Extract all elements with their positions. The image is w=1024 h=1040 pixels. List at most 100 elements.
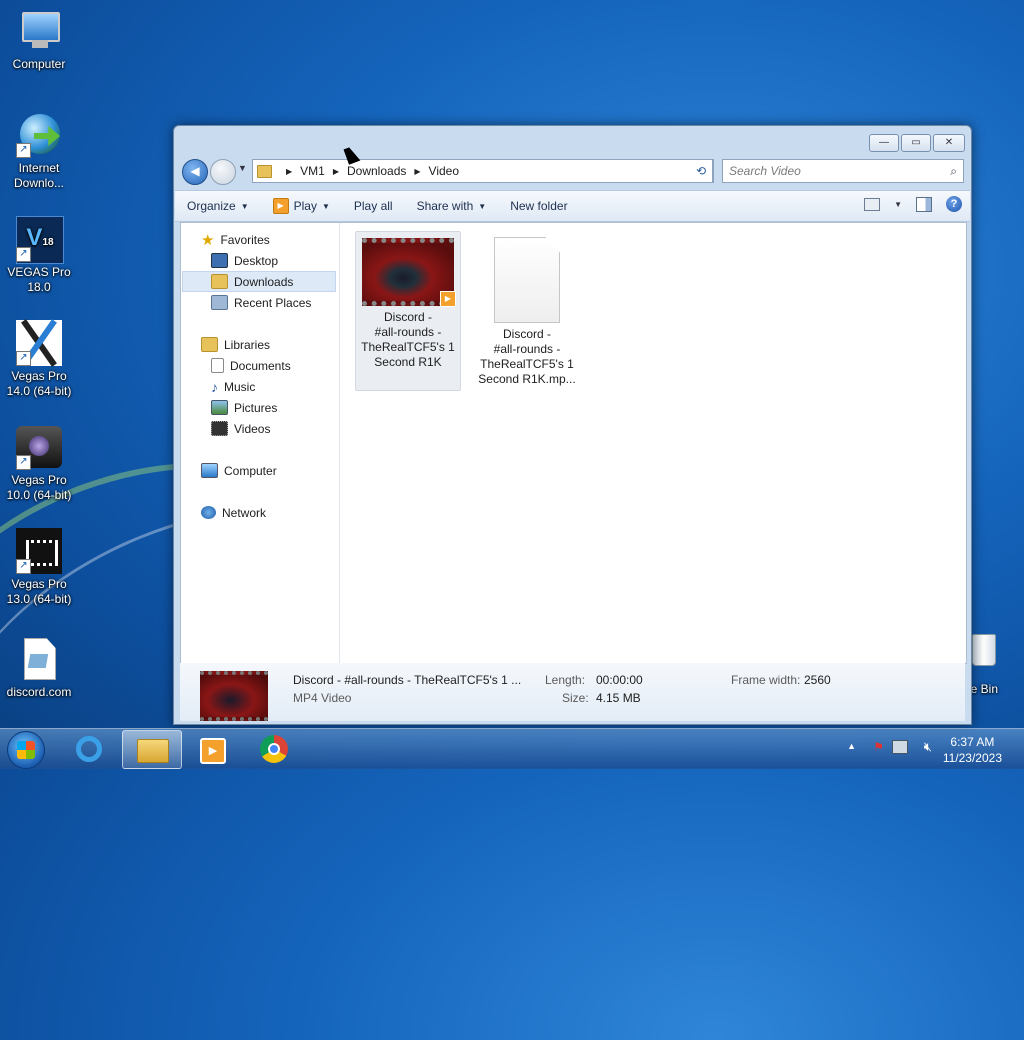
desktop-icon-discord-file[interactable]: discord.com	[0, 636, 78, 700]
desktop-icon-label: Internet Downlo...	[13, 161, 65, 190]
taskbar-media-player[interactable]: ▶	[182, 730, 240, 767]
desktop-icon-vegas-18[interactable]: V18 ↗ VEGAS Pro 18.0	[0, 216, 78, 295]
recent-places-icon	[211, 295, 228, 310]
details-pane: Discord - #all-rounds - TheRealTCF5's 1 …	[180, 663, 965, 721]
libraries-icon	[201, 337, 218, 352]
show-hidden-icons-button[interactable]: ▲	[847, 741, 856, 751]
volume-muted-icon[interactable]: 🔇︎	[924, 739, 932, 755]
recent-pages-dropdown[interactable]: ▼	[238, 163, 247, 173]
nav-music[interactable]: ♪ Music	[211, 376, 255, 397]
taskbar: ▶ ▲ ⚑ 🔇︎ 6:37 AM 11/23/2023	[0, 728, 1024, 769]
search-icon: ⌕	[950, 163, 957, 178]
nav-desktop[interactable]: Desktop	[211, 250, 278, 271]
minimize-button[interactable]: —	[869, 134, 899, 152]
file-name-line: Second R1K.mp...	[478, 372, 576, 386]
camera-icon: ↗	[16, 424, 62, 470]
details-size-value: 4.15 MB	[596, 691, 641, 705]
window-controls: — ▭ ✕	[869, 134, 965, 152]
address-bar[interactable]: ▶ VM1 ▶ Downloads ▶ Video ▼	[252, 159, 714, 183]
file-item-video[interactable]: ▶ Discord - #all-rounds - TheRealTCF5's …	[355, 231, 461, 391]
nav-pictures[interactable]: Pictures	[211, 397, 277, 418]
close-button[interactable]: ✕	[933, 134, 965, 152]
forward-button[interactable]	[210, 159, 236, 185]
desktop-icon-label: VEGAS Pro 18.0	[7, 265, 71, 294]
explorer-window[interactable]: — ▭ ✕ ◀ ▼ ▶ VM1 ▶ Downloads ▶ Video ▼ ⟲ …	[173, 125, 972, 725]
preview-pane-icon[interactable]	[916, 196, 932, 212]
desktop-icon-label: Vegas Pro 14.0 (64-bit)	[6, 369, 72, 398]
details-length-value: 00:00:00	[596, 673, 643, 687]
recycle-bin-icon[interactable]	[968, 632, 998, 672]
desktop-icon-internet-download[interactable]: ↗ Internet Downlo...	[0, 112, 78, 191]
chevron-down-icon: ▼	[240, 201, 249, 211]
details-file-name: Discord - #all-rounds - TheRealTCF5's 1 …	[293, 673, 522, 687]
network-icon	[201, 506, 216, 519]
file-name-line: Discord -	[383, 310, 432, 324]
computer-icon	[201, 463, 218, 478]
shortcut-arrow-icon: ↗	[16, 559, 31, 574]
breadcrumb-separator-icon[interactable]: ▶	[286, 167, 292, 176]
breadcrumb-video[interactable]: Video	[429, 164, 459, 178]
nav-network[interactable]: Network	[201, 502, 266, 523]
breadcrumb-downloads[interactable]: Downloads	[347, 164, 406, 178]
computer-icon	[16, 8, 62, 54]
file-name-line: #all-rounds -	[493, 342, 561, 356]
back-button[interactable]: ◀	[182, 159, 208, 185]
start-button[interactable]	[7, 731, 45, 769]
folder-icon	[257, 164, 272, 178]
video-thumbnail: ▶	[362, 238, 456, 307]
desktop-icon-vegas-13[interactable]: ↗ Vegas Pro 13.0 (64-bit)	[0, 528, 78, 607]
blank-file-icon	[494, 237, 560, 323]
desktop-icon-computer[interactable]: Computer	[0, 8, 78, 72]
file-name-line: Discord -	[502, 327, 551, 341]
file-item-mp4[interactable]: Discord - #all-rounds - TheRealTCF5's 1 …	[475, 231, 579, 389]
help-icon[interactable]: ?	[946, 196, 962, 212]
desktop-icon-vegas-14[interactable]: ↗ Vegas Pro 14.0 (64-bit)	[0, 319, 78, 399]
desktop-icon-label: Vegas Pro 13.0 (64-bit)	[6, 577, 72, 606]
breadcrumb-vm1[interactable]: VM1	[300, 164, 325, 178]
maximize-button[interactable]: ▭	[901, 134, 931, 152]
taskbar-chrome[interactable]	[246, 730, 304, 767]
globe-icon: ↗	[16, 112, 62, 158]
new-folder-button[interactable]: New folder	[498, 199, 579, 213]
nav-recent-places[interactable]: Recent Places	[211, 292, 311, 313]
taskbar-internet-explorer[interactable]	[60, 730, 118, 767]
clock[interactable]: 6:37 AM 11/23/2023	[943, 734, 1002, 766]
search-input[interactable]: Search Video	[723, 164, 801, 178]
clock-date: 11/23/2023	[942, 751, 1002, 765]
film-strip-icon: ↗	[16, 528, 62, 574]
play-icon: ▶	[272, 198, 289, 214]
breadcrumb: ▶ VM1 ▶ Downloads ▶ Video	[278, 164, 459, 178]
nav-favorites[interactable]: ★ Favorites	[201, 229, 270, 250]
breadcrumb-separator-icon[interactable]: ▶	[414, 167, 420, 176]
command-bar: Organize ▼ ▶ Play ▼ Play all Share with ▼ N…	[175, 190, 970, 222]
shortcut-arrow-icon: ↗	[16, 247, 31, 262]
desktop-icon	[211, 253, 228, 268]
search-box[interactable]: Search Video ⌕	[722, 159, 964, 183]
taskbar-windows-explorer[interactable]	[122, 730, 182, 769]
details-frame-width-label: Frame width:	[731, 673, 801, 687]
details-frame-width-value: 2560	[804, 673, 831, 687]
refresh-button[interactable]: ⟲	[690, 159, 713, 183]
details-thumbnail	[200, 671, 268, 721]
desktop-icon-vegas-10[interactable]: ↗ Vegas Pro 10.0 (64-bit)	[0, 424, 78, 503]
nav-libraries[interactable]: Libraries	[201, 334, 270, 355]
nav-downloads[interactable]: Downloads	[182, 271, 336, 292]
navigation-bar: ◀ ▼ ▶ VM1 ▶ Downloads ▶ Video ▼ ⟲ Search…	[180, 158, 964, 185]
play-all-button[interactable]: Play all	[342, 199, 405, 213]
nav-videos[interactable]: Videos	[211, 418, 270, 439]
organize-button[interactable]: Organize ▼	[175, 199, 261, 213]
file-name-line: TheRealTCF5's 1	[480, 357, 574, 371]
share-with-button[interactable]: Share with ▼	[405, 199, 499, 213]
videos-icon	[211, 421, 228, 436]
desktop-icon-label: discord.com	[6, 685, 72, 699]
play-button[interactable]: ▶ Play ▼	[261, 198, 342, 214]
nav-documents[interactable]: Documents	[211, 355, 291, 376]
breadcrumb-separator-icon[interactable]: ▶	[333, 167, 339, 176]
change-view-icon[interactable]	[864, 197, 881, 211]
view-options-dropdown-icon[interactable]: ▼	[894, 200, 902, 209]
network-status-icon[interactable]	[892, 740, 908, 754]
action-center-flag-icon[interactable]: ⚑	[873, 740, 884, 754]
nav-computer[interactable]: Computer	[201, 460, 277, 481]
clock-time: 6:37 AM	[950, 735, 995, 749]
file-list: ▶ Discord - #all-rounds - TheRealTCF5's …	[341, 223, 966, 663]
